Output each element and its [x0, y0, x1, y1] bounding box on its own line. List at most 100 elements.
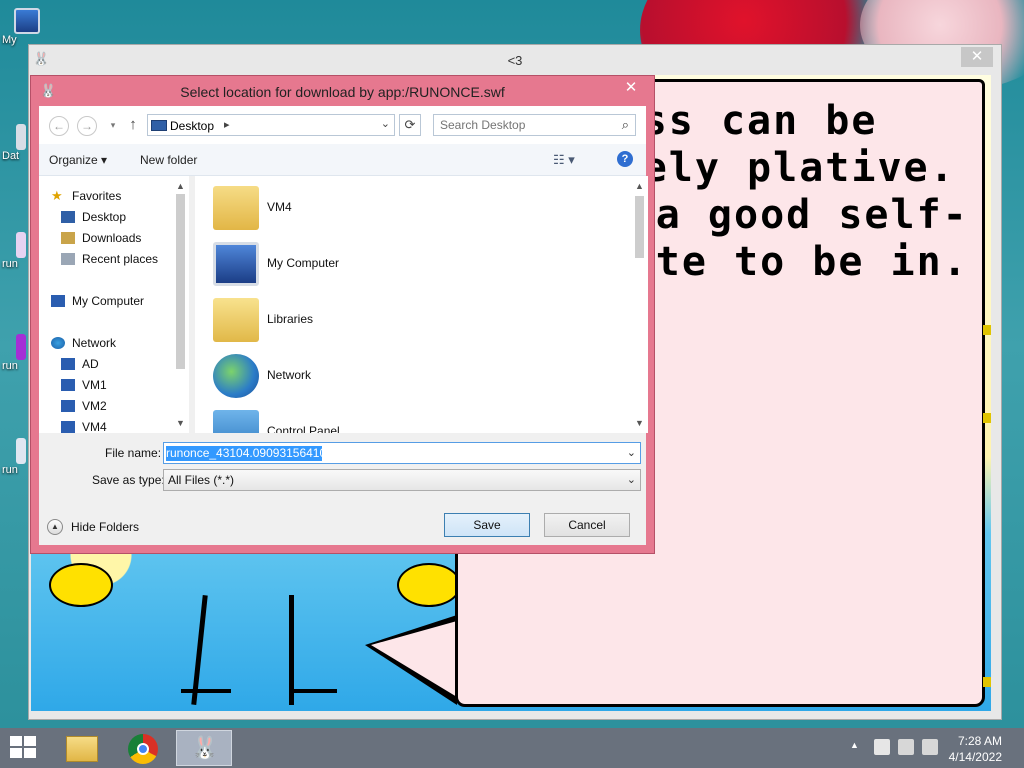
computer-icon	[14, 8, 40, 34]
file-item-label: My Computer	[267, 256, 340, 270]
address-row: ← → ▾ ↑ Desktop ▸ ⌄ ⟳ ⌕	[39, 106, 646, 144]
nav-favorites[interactable]: ★ Favorites	[39, 186, 177, 206]
recent-places-icon	[61, 253, 75, 265]
yellow-marker	[983, 677, 991, 687]
nav-item-label: AD	[82, 357, 99, 371]
nav-item-label: VM4	[82, 420, 107, 433]
taskbar: 🐰 ▲ 7:28 AM 4/14/2022	[0, 728, 1024, 768]
nav-network-vm4[interactable]: VM4	[39, 417, 177, 433]
search-box[interactable]: ⌕	[433, 114, 636, 136]
flash-player-icon: 🐰	[191, 735, 219, 760]
clock-date: 4/14/2022	[948, 750, 1002, 764]
file-item-label: Network	[267, 368, 312, 382]
address-dropdown-icon[interactable]: ⌄	[381, 117, 390, 130]
nav-network-ad[interactable]: AD	[39, 354, 177, 374]
nav-item-label: VM2	[82, 399, 107, 413]
file-list-scrollbar[interactable]: ▲ ▼	[631, 176, 648, 433]
nav-scrollbar[interactable]: ▲ ▼	[172, 176, 189, 433]
nav-item-label: My Computer	[72, 294, 145, 308]
nav-favorites-desktop[interactable]: Desktop	[39, 207, 177, 227]
character-foot	[181, 689, 231, 693]
file-item-control-panel[interactable]: Control Panel	[213, 406, 513, 433]
organize-button[interactable]: Organize ▾	[49, 153, 107, 167]
scroll-thumb[interactable]	[176, 194, 185, 369]
file-item-my-computer[interactable]: My Computer	[213, 238, 513, 290]
libraries-icon	[213, 298, 259, 342]
file-item-vm4[interactable]: VM4	[213, 182, 513, 234]
window-titlebar[interactable]: 🐰 <3 ✕	[29, 45, 1001, 75]
back-arrow-icon[interactable]: ←	[49, 116, 69, 136]
save-type-dropdown-icon[interactable]: ⌄	[627, 473, 636, 486]
collapse-up-icon: ▲	[47, 519, 63, 535]
address-location[interactable]: Desktop	[170, 119, 214, 133]
file-item-label: Control Panel	[267, 424, 340, 433]
tray-expand-icon[interactable]: ▲	[850, 740, 859, 768]
file-item-libraries[interactable]: Libraries	[213, 294, 513, 346]
system-clock[interactable]: 7:28 AM 4/14/2022	[932, 733, 1002, 765]
file-name-label: File name:	[105, 446, 162, 460]
scroll-down-icon[interactable]: ▼	[631, 415, 648, 431]
window-close-button[interactable]: ✕	[961, 47, 993, 67]
address-bar[interactable]: Desktop ▸ ⌄	[147, 114, 395, 136]
window-title: <3	[507, 53, 523, 68]
scroll-down-icon[interactable]: ▼	[172, 415, 189, 431]
refresh-icon[interactable]: ⟳	[399, 114, 421, 136]
network-status-icon[interactable]	[898, 739, 914, 755]
control-panel-icon	[213, 410, 259, 433]
computer-icon	[51, 295, 65, 307]
file-name-dropdown-icon[interactable]: ⌄	[627, 446, 636, 459]
character-foot	[289, 689, 337, 693]
chrome-center-icon	[137, 743, 149, 755]
nav-network-vm2[interactable]: VM2	[39, 396, 177, 416]
scroll-up-icon[interactable]: ▲	[172, 178, 189, 194]
dialog-close-button[interactable]: ✕	[618, 78, 644, 98]
dialog-toolbar: Organize ▾ New folder ☷ ▾ ?	[39, 144, 646, 176]
computer-icon	[61, 400, 75, 412]
save-type-value: All Files (*.*)	[168, 473, 235, 487]
file-name-input[interactable]	[166, 446, 606, 460]
nav-item-label: Network	[72, 336, 117, 350]
desktop-icon	[61, 211, 75, 223]
file-name-field[interactable]: ⌄	[163, 442, 641, 464]
search-input[interactable]	[440, 118, 608, 132]
flash-file-icon	[16, 334, 26, 360]
scroll-up-icon[interactable]: ▲	[631, 178, 648, 194]
clock-time: 7:28 AM	[957, 734, 1002, 748]
help-icon[interactable]: ?	[617, 151, 633, 167]
forward-arrow-icon[interactable]: →	[77, 116, 97, 136]
new-folder-button[interactable]: New folder	[140, 153, 197, 167]
taskbar-file-explorer[interactable]	[56, 730, 112, 766]
nav-favorites-downloads[interactable]: Downloads	[39, 228, 177, 248]
up-arrow-icon[interactable]: ↑	[125, 115, 141, 135]
save-type-select[interactable]: All Files (*.*) ⌄	[163, 469, 641, 491]
scroll-thumb[interactable]	[635, 196, 644, 258]
search-icon[interactable]: ⌕	[622, 117, 629, 133]
file-list: VM4 My Computer Libraries Network Contro…	[195, 176, 648, 433]
breadcrumb-arrow-icon[interactable]: ▸	[224, 118, 230, 131]
recent-dropdown-icon[interactable]: ▾	[103, 116, 123, 136]
downloads-icon	[61, 232, 75, 244]
cancel-button[interactable]: Cancel	[544, 513, 630, 537]
taskbar-flash-player[interactable]: 🐰	[176, 730, 232, 766]
nav-network-vm1[interactable]: VM1	[39, 375, 177, 395]
save-button[interactable]: Save	[444, 513, 530, 537]
nav-favorites-recent[interactable]: Recent places	[39, 249, 177, 269]
star-icon: ★	[51, 188, 63, 203]
action-center-flag-icon[interactable]	[874, 739, 890, 755]
start-windows-icon[interactable]	[10, 736, 38, 760]
dialog-title: Select location for download by app:/RUN…	[180, 84, 505, 100]
nav-item-label: VM1	[82, 378, 107, 392]
save-type-label: Save as type:	[92, 473, 165, 487]
file-item-network[interactable]: Network	[213, 350, 513, 402]
hide-folders-label: Hide Folders	[71, 520, 140, 534]
file-explorer-icon	[66, 736, 98, 762]
nav-network[interactable]: Network	[39, 333, 177, 353]
taskbar-chrome[interactable]	[116, 730, 172, 766]
desktop-icon-computer[interactable]: My	[2, 8, 42, 46]
computer-icon	[213, 242, 259, 286]
dialog-titlebar[interactable]: 🐰 Select location for download by app:/R…	[31, 76, 654, 106]
yellow-marker	[983, 413, 991, 423]
computer-icon	[61, 421, 75, 433]
nav-my-computer[interactable]: My Computer	[39, 291, 177, 311]
view-options-icon[interactable]: ☷ ▾	[553, 152, 575, 168]
